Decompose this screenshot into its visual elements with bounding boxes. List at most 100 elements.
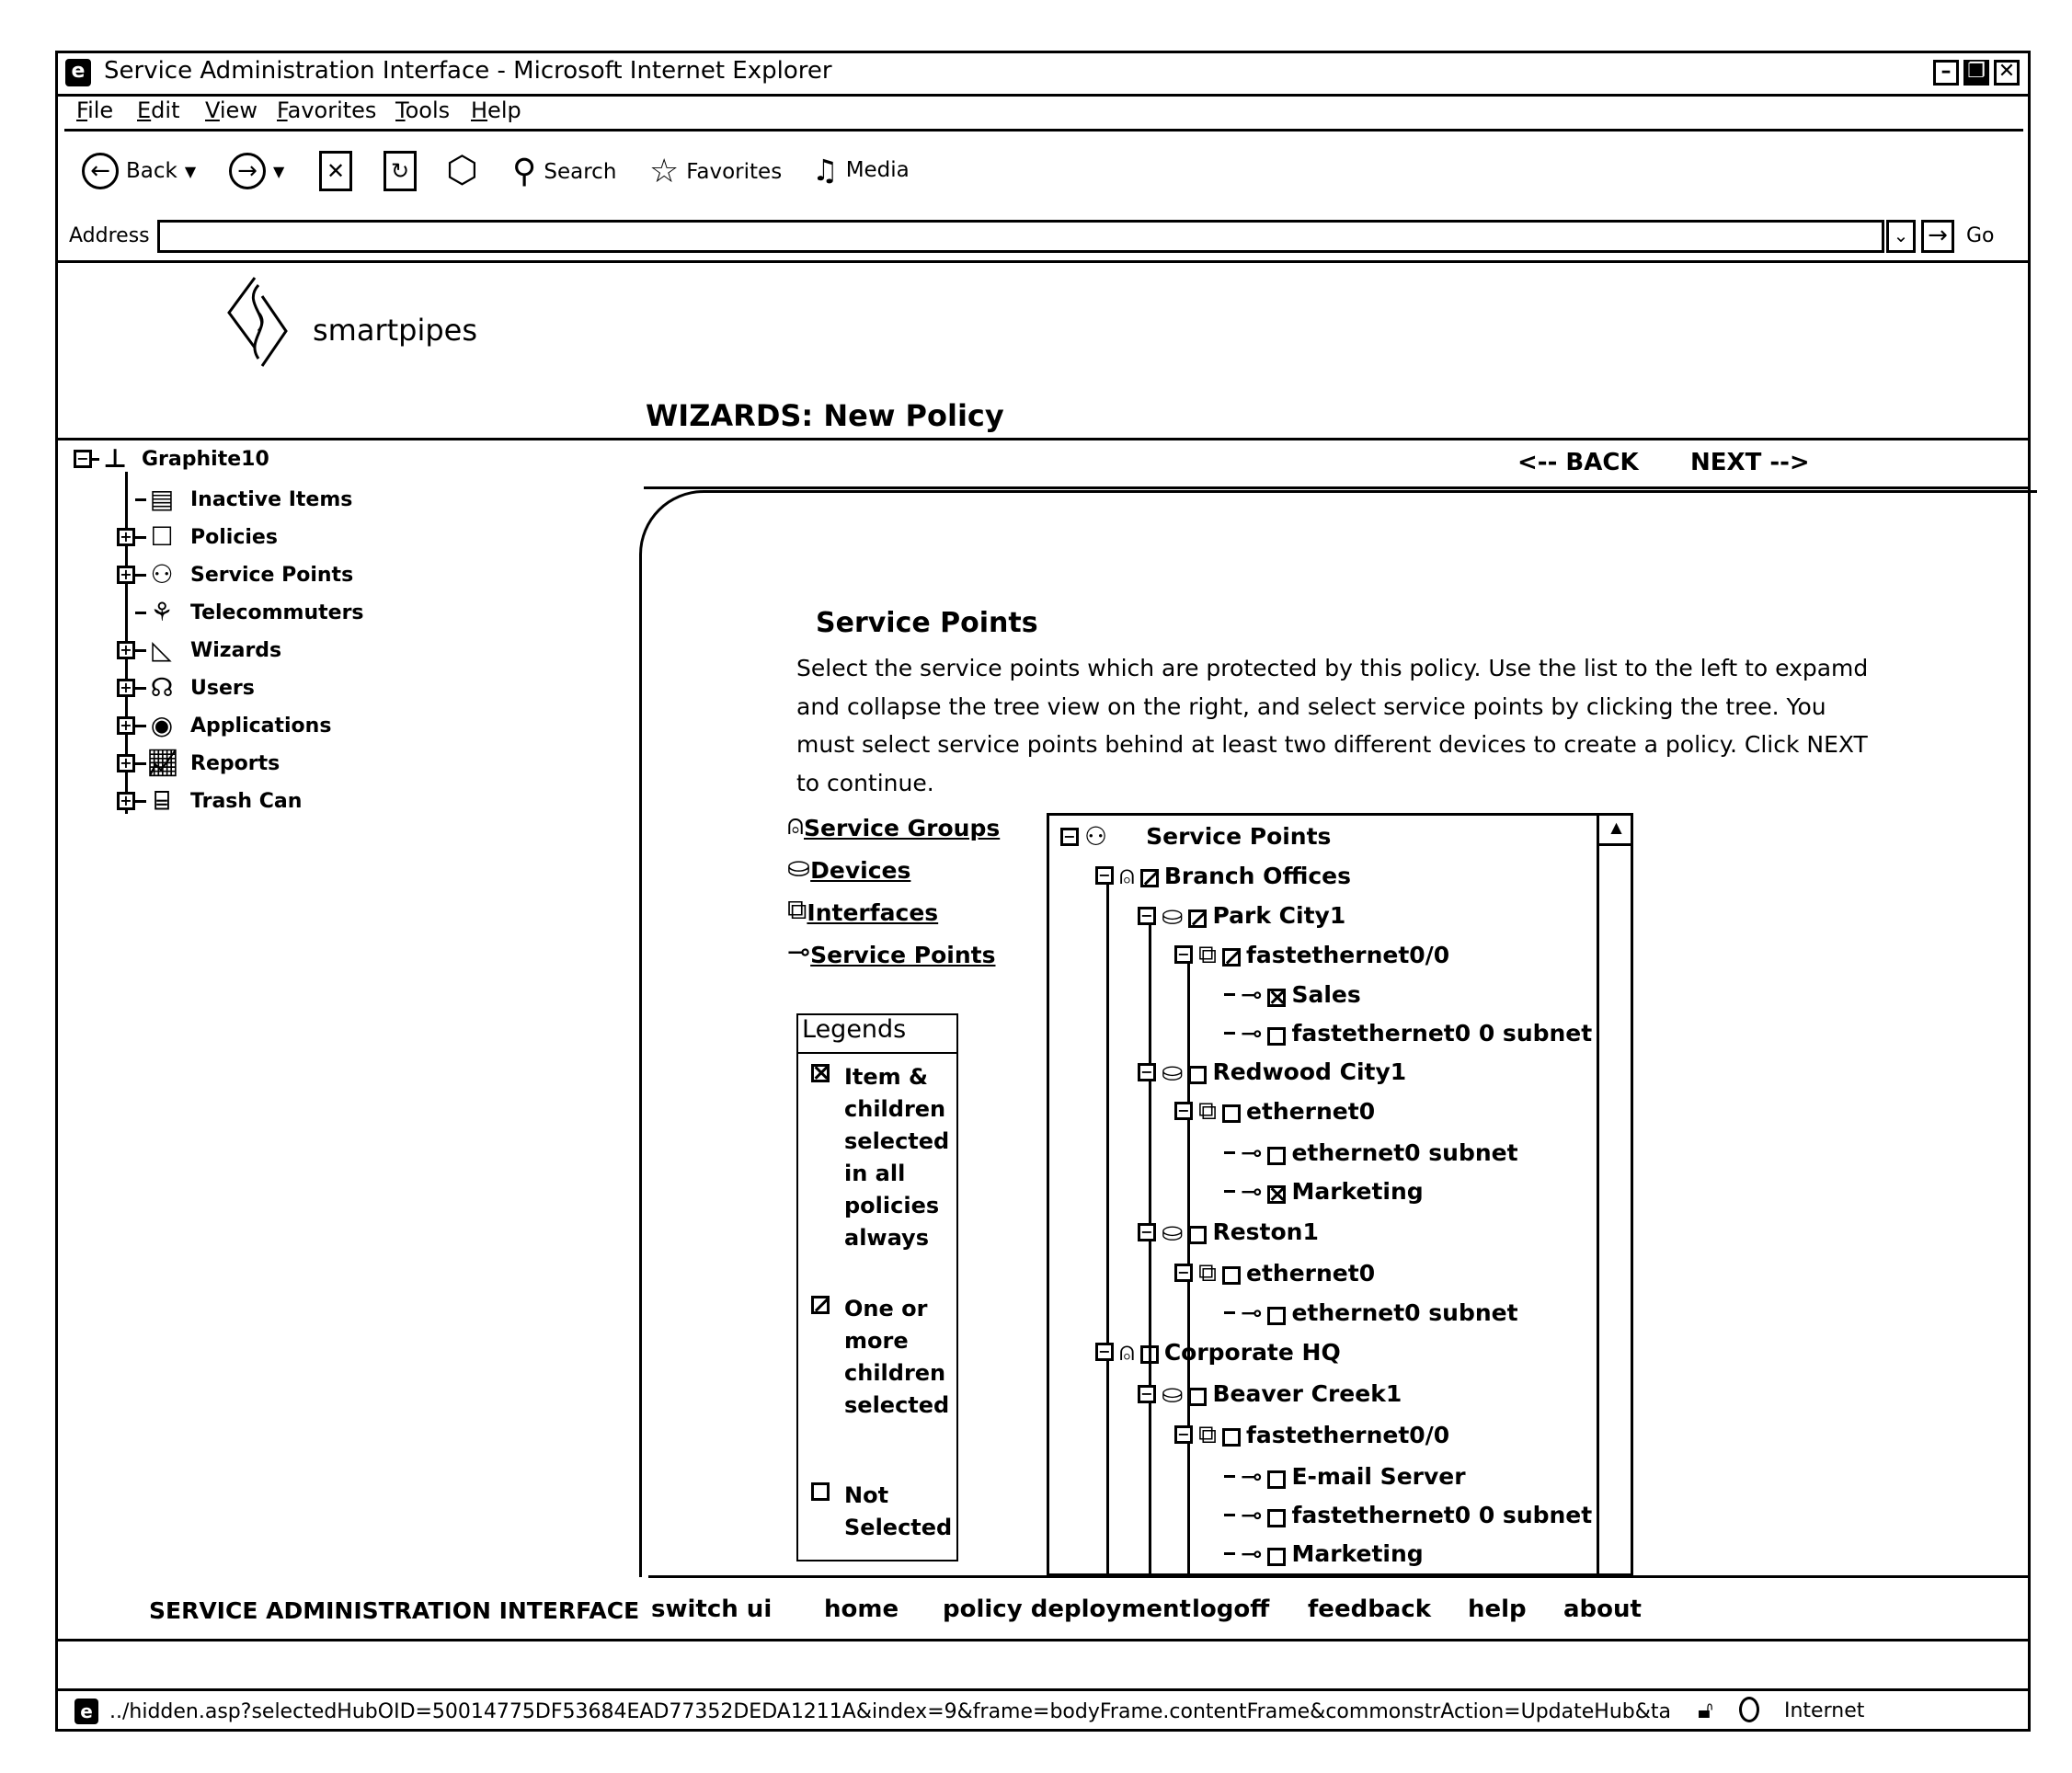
menu-file[interactable]: File	[76, 97, 113, 123]
collapse-icon[interactable]: −	[1095, 866, 1114, 885]
collapse-icon[interactable]: −	[1174, 1425, 1193, 1444]
quick-link-service-groups[interactable]: ⍝ Service Groups	[787, 809, 1000, 841]
expand-icon[interactable]: +	[117, 792, 135, 810]
tree-node-point[interactable]: ⊸ E-mail Server	[1224, 1461, 1466, 1492]
favorites-button[interactable]: ☆ Favorites	[649, 153, 782, 190]
tree-item-telecommuters[interactable]: ⚘ Telecommuters	[117, 600, 364, 625]
tree-item-policies[interactable]: + ☐ Policies	[117, 524, 278, 550]
checkbox-partial[interactable]	[1222, 948, 1241, 967]
next-link[interactable]: NEXT -->	[1690, 449, 1810, 476]
expand-icon[interactable]: +	[117, 716, 135, 735]
forward-button[interactable]: → ▼	[229, 153, 284, 189]
checkbox-none[interactable]	[1267, 1306, 1287, 1325]
tree-node-group[interactable]: − ⍝ Corporate HQ	[1095, 1336, 1341, 1367]
menu-view[interactable]: View	[205, 97, 258, 123]
address-dropdown-icon[interactable]: ⌄	[1886, 220, 1916, 253]
checkbox-none[interactable]	[1222, 1104, 1241, 1123]
tree-item-service-points[interactable]: + ⚇ Service Points	[117, 562, 353, 588]
menu-favorites[interactable]: Favorites	[277, 97, 376, 123]
tree-item-trash-can[interactable]: + ⌸ Trash Can	[117, 788, 302, 814]
quick-link-label[interactable]: Service Groups	[804, 815, 1000, 841]
collapse-icon[interactable]: −	[1138, 906, 1156, 925]
checkbox-none[interactable]	[1267, 1547, 1287, 1566]
tree-node-point[interactable]: ⊸ ethernet0 subnet	[1224, 1138, 1518, 1168]
media-button[interactable]: ♫ Media	[812, 153, 910, 188]
tree-root[interactable]: − ⊥ Graphite10	[74, 446, 269, 472]
expand-icon[interactable]: +	[117, 679, 135, 697]
footer-link-switch-ui[interactable]: switch ui	[651, 1596, 772, 1623]
tree-item-reports[interactable]: + 📈︎ Reports	[117, 750, 280, 776]
tree-node-device[interactable]: − ⛀ Beaver Creek1	[1138, 1378, 1402, 1409]
home-button[interactable]: ⬡	[446, 149, 478, 191]
tree-node-group[interactable]: − ⍝ Branch Offices	[1095, 860, 1351, 891]
tree-scrollbar[interactable]: ▲	[1597, 813, 1633, 1576]
back-link[interactable]: <-- BACK	[1517, 449, 1639, 476]
menu-edit[interactable]: Edit	[137, 97, 179, 123]
tree-node-interface[interactable]: − ⧉ fastethernet0/0	[1174, 939, 1449, 970]
quick-link-devices[interactable]: ⛀ Devices	[787, 852, 910, 884]
collapse-icon[interactable]: −	[1174, 945, 1193, 964]
address-input[interactable]	[157, 220, 1884, 253]
tree-node-point[interactable]: ⊸ Sales	[1224, 979, 1361, 1010]
collapse-icon[interactable]: −	[74, 450, 92, 468]
collapse-icon[interactable]: −	[1138, 1062, 1156, 1081]
back-dropdown-caret-icon[interactable]: ▼	[185, 163, 196, 180]
checkbox-none[interactable]	[1188, 1225, 1208, 1244]
checkbox-partial[interactable]	[1188, 909, 1208, 928]
tree-node-interface[interactable]: − ⧉ ethernet0	[1174, 1095, 1375, 1127]
tree-item-applications[interactable]: + ◉ Applications	[117, 713, 331, 738]
collapse-icon[interactable]: −	[1060, 827, 1079, 846]
tree-node-device[interactable]: − ⛀ Reston1	[1138, 1217, 1319, 1247]
quick-link-interfaces[interactable]: ⧉ Interfaces	[787, 894, 938, 926]
refresh-button[interactable]: ↻	[383, 151, 417, 191]
tree-node-device[interactable]: − ⛀ Redwood City1	[1138, 1057, 1406, 1087]
quick-link-label[interactable]: Service Points	[810, 942, 995, 968]
quick-link-label[interactable]: Devices	[810, 857, 910, 884]
collapse-icon[interactable]: −	[1138, 1222, 1156, 1241]
expand-icon[interactable]: +	[117, 528, 135, 546]
go-button[interactable]: Go	[1966, 224, 1995, 247]
checkbox-partial[interactable]	[1139, 869, 1159, 887]
checkbox-none[interactable]	[1222, 1428, 1241, 1447]
footer-link-logoff[interactable]: logoff	[1192, 1596, 1269, 1623]
footer-link-home[interactable]: home	[824, 1596, 899, 1623]
tree-node-device[interactable]: − ⛀ Park City1	[1138, 900, 1345, 931]
checkbox-none[interactable]	[1139, 1345, 1159, 1364]
go-arrow-icon[interactable]: →	[1921, 220, 1954, 253]
checkbox-none[interactable]	[1188, 1065, 1208, 1084]
footer-link-help[interactable]: help	[1468, 1596, 1527, 1623]
checkbox-none[interactable]	[1188, 1387, 1208, 1406]
expand-icon[interactable]: +	[117, 754, 135, 772]
collapse-icon[interactable]: −	[1174, 1102, 1193, 1120]
checkbox-none[interactable]	[1267, 1508, 1287, 1527]
minimize-button[interactable]: –	[1933, 60, 1959, 86]
tree-node-interface[interactable]: − ⧉ ethernet0	[1174, 1257, 1375, 1288]
forward-dropdown-caret-icon[interactable]: ▼	[273, 163, 284, 180]
service-tree-root[interactable]: − ⚇ Service Points	[1060, 821, 1331, 852]
tree-item-wizards[interactable]: + ◺ Wizards	[117, 637, 281, 663]
stop-button[interactable]: ✕	[319, 151, 352, 191]
footer-link-about[interactable]: about	[1563, 1596, 1642, 1623]
quick-link-label[interactable]: Interfaces	[807, 899, 938, 926]
back-button[interactable]: ← Back ▼	[82, 153, 196, 189]
quick-link-service-points[interactable]: ⊸ Service Points	[787, 936, 995, 968]
search-button[interactable]: ⚲ Search	[512, 153, 616, 190]
tree-item-users[interactable]: + ☊ Users	[117, 675, 255, 701]
footer-link-feedback[interactable]: feedback	[1308, 1596, 1431, 1623]
tree-node-point[interactable]: ⊸ Marketing	[1224, 1539, 1424, 1569]
close-button[interactable]: ✕	[1994, 60, 2020, 86]
collapse-icon[interactable]: −	[1138, 1384, 1156, 1403]
tree-node-point[interactable]: ⊸ fastethernet0 0 subnet	[1224, 1018, 1592, 1048]
menu-help[interactable]: Help	[471, 97, 521, 123]
menu-tools[interactable]: Tools	[395, 97, 450, 123]
checkbox-full[interactable]	[1267, 1184, 1287, 1204]
tree-node-point[interactable]: ⊸ Marketing	[1224, 1176, 1424, 1207]
collapse-icon[interactable]: −	[1095, 1343, 1114, 1361]
tree-item-inactive-items[interactable]: ▤ Inactive Items	[117, 486, 352, 512]
checkbox-full[interactable]	[1267, 988, 1287, 1007]
tree-node-interface[interactable]: − ⧉ fastethernet0/0	[1174, 1419, 1449, 1450]
tree-node-point[interactable]: ⊸ ethernet0 subnet	[1224, 1298, 1518, 1328]
restore-button[interactable]: ❐	[1963, 60, 1989, 86]
checkbox-none[interactable]	[1222, 1266, 1241, 1285]
expand-icon[interactable]: +	[117, 641, 135, 659]
